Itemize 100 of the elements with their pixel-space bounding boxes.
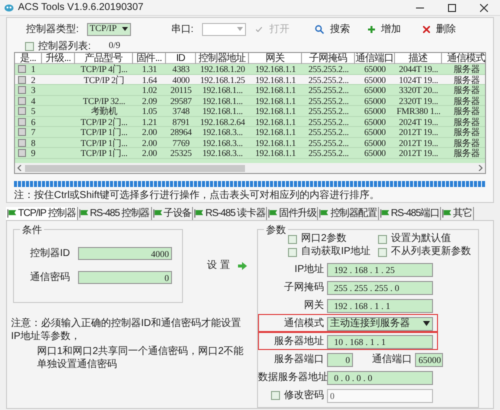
ip-field[interactable]: 192 . 168 . 1 . 1 (327, 298, 433, 312)
ip-field[interactable]: 192 . 168 . 1 . 25 (327, 262, 433, 276)
option-label: 不从列表更新参数 (391, 246, 471, 258)
table-cell-text: TCP/IP 2门... (80, 116, 128, 126)
table-cell-text: FMR380 1... (396, 106, 442, 116)
ip-field[interactable]: 0 . 0 . 0 . 0 (327, 370, 433, 384)
mode-select[interactable]: 主动连接到服务器 (327, 316, 433, 330)
table-cell-text: 65000 (363, 74, 387, 84)
table-row[interactable]: 2 TCP/IP 2门 1.64 4000 192.168.1.25 192.168.1.1 255.255.2... 65000 1024T 19... 服务器 (15, 74, 485, 85)
search-button[interactable]: 搜索 (315, 22, 350, 36)
horizontal-scrollbar[interactable] (15, 163, 485, 173)
checkbox[interactable] (288, 234, 297, 244)
app-icon (4, 3, 14, 12)
table-cell-text: 2012T 19... (398, 127, 440, 137)
table-row[interactable]: 6 TCP/IP 2门... 1.21 8791 192.168.2.64 192.168.1.1 255.255.2... 65000 2024T 19... 服务器 (15, 116, 485, 127)
field-label: 控制器ID (29, 246, 70, 261)
ip-field[interactable]: 10 . 168 . 1 . 1 (327, 334, 433, 348)
row-checkbox[interactable] (18, 107, 26, 115)
table-cell-text: 192.168.1... (201, 96, 244, 106)
table-note: 注：按住Ctrl或Shift键可选择多行进行操作，点击表头可对相应列的内容进行排序。 (14, 190, 381, 202)
field-label: 服务器端口 (273, 352, 324, 367)
table-cell-text: TCP/IP 1门... (80, 138, 128, 148)
table-cell-text: 192.168.1.1 (254, 106, 297, 116)
table-row[interactable]: 5 考勤机 1.05 3748 192.168.1... 192.168.1.1 255.255.2... 65000 FMR380 1... 服务器 (15, 106, 485, 116)
flag-icon (380, 209, 390, 218)
table-cell-text: TCP/IP 32... (82, 96, 126, 106)
table-cell-text: 2012T 19... (398, 138, 440, 148)
table-cell-text: 2.00 (141, 138, 158, 148)
table-cell-text: 考勤机 (90, 106, 118, 116)
checkbox[interactable] (378, 248, 387, 256)
port-select[interactable] (202, 22, 246, 36)
condition-note: 网口1和网口2共享同一个通信密码，网口2不能单独设置通信密码 (37, 345, 245, 371)
table-row[interactable]: 1 TCP/IP 4门... 1.31 4383 192.168.1.20 192.168.1.1 255.255.2... 65000 2044T 19... 服务器 (15, 64, 485, 74)
table-cell-text: 1.31 (141, 64, 158, 74)
port-field[interactable]: 65000 (415, 352, 443, 366)
table-cell-text: 28964 (169, 127, 193, 137)
option-label: 设置为默认值 (391, 233, 451, 245)
row-checkbox[interactable] (18, 96, 26, 104)
row-checkbox[interactable] (18, 76, 26, 84)
checkbox[interactable] (288, 248, 297, 256)
row-checkbox[interactable] (18, 128, 26, 136)
table-cell-text: 65000 (363, 138, 387, 148)
type-label: 控制器类型: (26, 22, 79, 36)
window-title: ACS Tools V1.9.6.20190307 (18, 1, 144, 15)
table-cell-text: 192.168.1.1 (254, 85, 297, 95)
table-cell-text: 1.02 (141, 85, 158, 95)
table-cell-text: 255.255.2... (307, 127, 350, 137)
table-row[interactable]: 4 TCP/IP 32... 2.09 29587 192.168.1... 192.168.1.1 255.255.2... 65000 2320T 19... 服务器 (15, 96, 485, 106)
table-cell-text: 1024T 19... (398, 74, 440, 84)
type-select[interactable]: TCP/IP (86, 22, 131, 36)
field-label: 通信端口 (372, 352, 412, 367)
checkbox[interactable] (271, 391, 280, 400)
table-cell-text: TCP/IP 1门... (80, 127, 128, 137)
input-field[interactable]: 0 (78, 271, 172, 284)
table-cell-text: 65000 (363, 148, 387, 158)
scroll-thumb[interactable] (25, 164, 245, 172)
input-field[interactable]: 4000 (78, 247, 172, 260)
password-field[interactable]: 0 (327, 388, 433, 402)
list-label: 控制器列表: (38, 40, 91, 53)
table-cell-text: 服务器 (452, 116, 481, 126)
table-cell-text: 192.168.1.1 (254, 96, 297, 106)
checkbox[interactable] (25, 42, 34, 50)
row-checkbox[interactable] (18, 86, 26, 94)
check-icon (256, 26, 262, 32)
delete-button[interactable]: 删除 (423, 22, 456, 36)
table-cell-text: 服务器 (452, 148, 481, 158)
tab[interactable]: TCP/IP 控制器 (6, 207, 78, 220)
set-button[interactable]: 设 置 (207, 258, 247, 273)
maximize-icon[interactable] (448, 4, 456, 12)
table-cell-text: 65000 (363, 96, 387, 106)
ip-field[interactable]: 255 . 255 . 255 . 0 (327, 280, 433, 294)
field-label: 网关 (303, 298, 324, 313)
table-cell-text: 1.05 (141, 106, 158, 116)
add-button[interactable]: 增加 (368, 22, 401, 36)
checkbox[interactable] (378, 234, 387, 244)
row-checkbox[interactable] (18, 118, 26, 126)
table-row[interactable]: 9 TCP/IP 1门... 2.00 25325 192.168.3... 192.168.1.1 255.255.2... 65000 2012T 19... 服务器 (15, 148, 485, 158)
plus-icon (368, 26, 375, 32)
port-field[interactable]: 0 (327, 352, 353, 366)
row-checkbox[interactable] (18, 65, 26, 73)
close-icon[interactable] (480, 4, 488, 12)
dropdown-icon (236, 27, 243, 31)
table-cell-text: 192.168.1.1 (254, 127, 297, 137)
table-cell-text: 20115 (169, 85, 193, 95)
row-checkbox[interactable] (18, 149, 26, 157)
table-cell-text: 2.00 (141, 127, 158, 137)
row-checkbox[interactable] (18, 138, 26, 146)
group-title: 参数 (264, 223, 288, 238)
table-cell-text: 192.168.1.1 (254, 74, 297, 84)
table-cell-text: 2012T 19... (398, 148, 440, 158)
option-label: 自动获取IP地址 (301, 246, 370, 258)
table-cell-text: 2044T 19... (398, 64, 440, 74)
table-cell-text: 服务器 (452, 106, 481, 116)
table-cell-text: 192.168.1... (201, 85, 244, 95)
table-row[interactable]: 7 TCP/IP 1门... 2.00 28964 192.168.3... 192.168.1.1 255.255.2... 65000 2012T 19... 服务器 (15, 127, 485, 138)
table-cell-text: 1.64 (141, 74, 158, 84)
table-cell-text: 192.168.1.20 (199, 64, 246, 74)
table-row[interactable]: 3 1.02 20115 192.168.1... 192.168.1.1 255.255.2... 65000 3320T 20... 服务器 (15, 85, 485, 96)
table-cell: 5 (31, 106, 36, 116)
table-row[interactable]: 8 TCP/IP 1门... 2.00 7769 192.168.3... 192.168.1.1 255.255.2... 65000 2012T 19... 服务器 (15, 138, 485, 148)
